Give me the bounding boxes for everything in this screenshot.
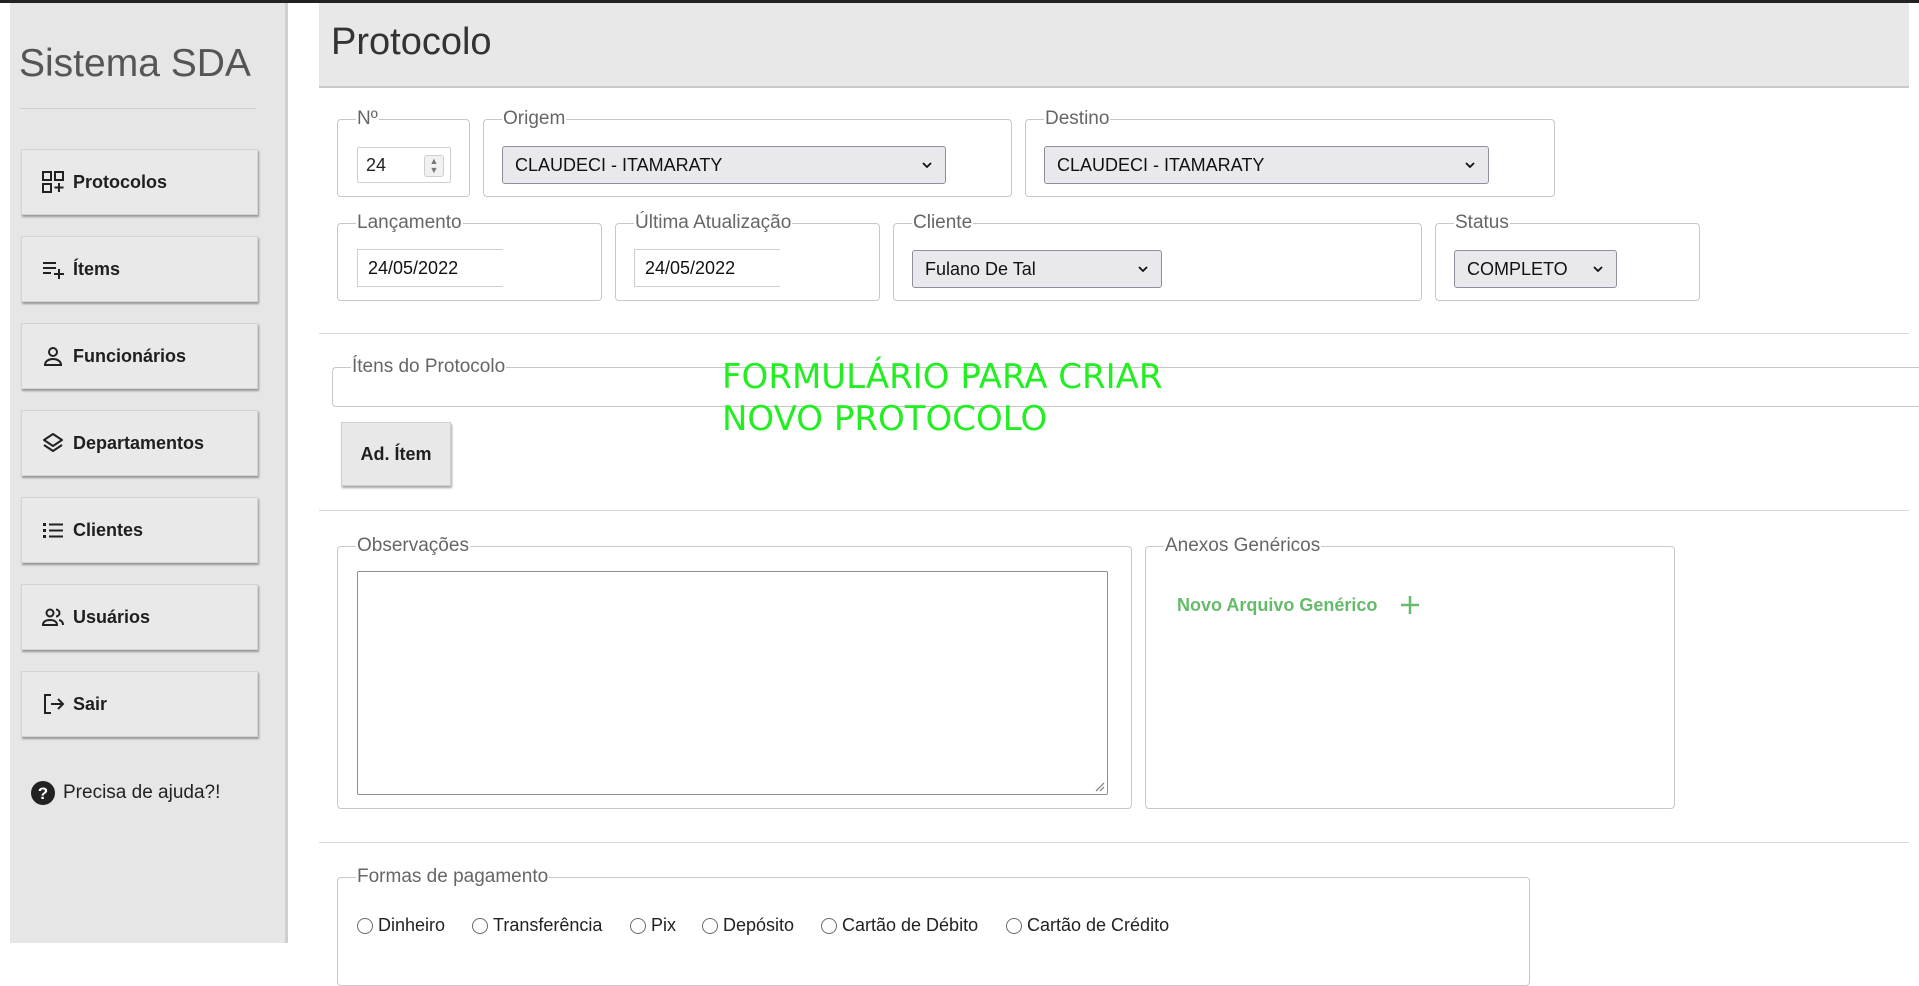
form-banner: FORMULÁRIO PARA CRIAR NOVO PROTOCOLO [722,356,1163,440]
chevron-down-icon [1593,266,1603,273]
anexos-legend: Anexos Genéricos [1165,535,1321,556]
sidebar-item-funcionarios[interactable]: Funcionários [21,323,258,389]
help-circle-icon: ? [30,780,56,806]
banner-line-1: FORMULÁRIO PARA CRIAR [722,357,1163,397]
section-divider [319,333,1909,334]
person-icon [40,343,66,369]
radio-label: Transferência [493,915,603,935]
origem-value: CLAUDECI - ITAMARATY [515,154,723,175]
svg-text:?: ? [38,784,48,803]
destino-select[interactable]: CLAUDECI - ITAMARATY [1044,146,1489,184]
radio-label: Depósito [723,915,795,935]
add-grid-icon [40,169,66,195]
lancamento-legend: Lançamento [357,212,462,233]
cliente-legend: Cliente [913,212,973,233]
sidebar-item-usuarios[interactable]: Usuários [21,584,258,650]
numero-input[interactable]: 24 ▲ ▼ [357,147,451,183]
observacoes-legend: Observações [357,535,469,556]
app-title: Sistema SDA [19,42,251,85]
status-select[interactable]: COMPLETO [1454,250,1617,288]
sidebar-item-label: Protocolos [73,171,168,192]
sidebar-item-label: Ítems [73,258,121,279]
itens-legend: Ítens do Protocolo [352,356,506,377]
resize-grip-icon[interactable] [1093,780,1105,792]
pagamento-legend: Formas de pagamento [357,866,549,887]
cliente-value: Fulano De Tal [925,258,1036,279]
radio-label: Dinheiro [378,915,446,935]
chevron-down-icon [1465,162,1475,169]
sidebar-item-label: Clientes [73,519,144,540]
cliente-select[interactable]: Fulano De Tal [912,250,1162,288]
sidebar-item-departamentos[interactable]: Departamentos [21,410,258,476]
new-file-label: Novo Arquivo Genérico [1177,594,1378,615]
layers-icon [40,430,66,456]
chevron-down-icon [922,162,932,169]
ultima-atualizacao-input[interactable]: 24/05/2022 [634,249,780,287]
origem-legend: Origem [503,108,566,129]
add-item-button[interactable]: Ad. Ítem [341,422,451,486]
banner-line-2: NOVO PROTOCOLO [722,399,1048,439]
sidebar-item-label: Sair [73,693,108,714]
logout-icon [40,691,66,717]
radio-pix[interactable]: Pix [630,915,676,936]
ultima-atualizacao-legend: Última Atualização [635,212,792,233]
origem-select[interactable]: CLAUDECI - ITAMARATY [502,146,946,184]
sidebar-item-label: Funcionários [73,345,187,366]
radio-cartao-debito[interactable]: Cartão de Débito [821,915,978,936]
numero-legend: Nº [357,108,378,129]
sidebar-item-label: Departamentos [73,432,205,453]
radio-transferencia[interactable]: Transferência [472,915,602,936]
sidebar-item-sair[interactable]: Sair [21,671,258,737]
anexos-fieldset: Anexos Genéricos [1145,535,1675,809]
brand-divider [20,108,256,109]
sidebar-item-itens[interactable]: Ítems [21,236,258,302]
radio-circle[interactable] [702,917,718,934]
status-legend: Status [1455,212,1509,233]
sidebar-divider [285,3,288,943]
sidebar-item-clientes[interactable]: Clientes [21,497,258,563]
radio-cartao-credito[interactable]: Cartão de Crédito [1006,915,1169,936]
list-icon [40,517,66,543]
radio-dinheiro[interactable]: Dinheiro [357,915,445,936]
radio-circle[interactable] [630,917,646,934]
help-link[interactable]: ? Precisa de ajuda?! [30,780,220,806]
radio-label: Pix [651,915,677,935]
sidebar-item-label: Usuários [73,606,151,627]
destino-legend: Destino [1045,108,1110,129]
plus-icon [1401,596,1420,614]
section-divider [319,842,1909,843]
section-divider [319,510,1909,511]
sidebar-item-protocolos[interactable]: Protocolos [21,149,258,215]
destino-value: CLAUDECI - ITAMARATY [1057,154,1265,175]
group-icon [40,604,66,630]
radio-circle[interactable] [1006,917,1022,934]
radio-label: Cartão de Débito [842,915,979,935]
playlist-add-icon [40,256,66,282]
page-header: Protocolo [319,3,1909,88]
numero-value: 24 [366,154,387,175]
spinner-icon[interactable]: ▲ ▼ [424,155,444,177]
help-label: Precisa de ajuda?! [63,782,221,803]
radio-label: Cartão de Crédito [1027,915,1170,935]
radio-deposito[interactable]: Depósito [702,915,794,936]
radio-circle[interactable] [357,917,373,934]
status-value: COMPLETO [1467,258,1568,279]
radio-circle[interactable] [472,917,488,934]
observacoes-textarea[interactable] [357,571,1108,795]
radio-circle[interactable] [821,917,837,934]
chevron-down-icon [1138,266,1148,273]
new-file-button[interactable]: Novo Arquivo Genérico [1177,594,1421,616]
page-title: Protocolo [331,21,492,63]
lancamento-input[interactable]: 24/05/2022 [357,249,503,287]
